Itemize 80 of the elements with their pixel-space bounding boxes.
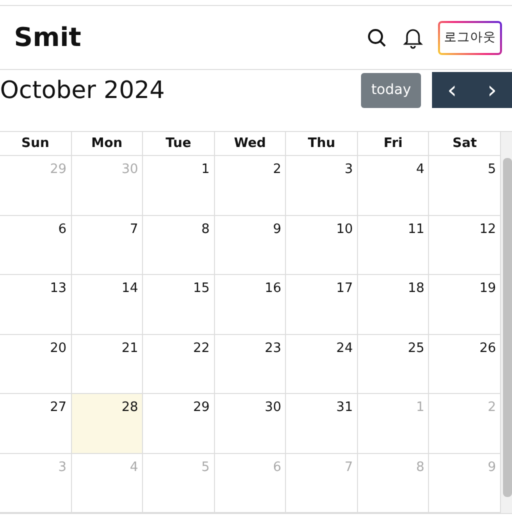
today-button[interactable]: today [361, 72, 421, 108]
day-number: 31 [336, 400, 353, 415]
day-cell[interactable]: 27 [0, 394, 72, 454]
day-number: 23 [264, 340, 282, 356]
day-number: 17 [336, 281, 353, 296]
day-cell[interactable]: 8 [143, 216, 215, 275]
day-cell[interactable]: 19 [429, 275, 501, 334]
day-cell[interactable]: 23 [214, 334, 286, 394]
scrollbar[interactable] [501, 132, 512, 513]
day-cell[interactable]: 16 [214, 275, 286, 334]
day-number: 20 [50, 340, 67, 356]
day-cell[interactable]: 6 [0, 216, 72, 275]
day-number: 11 [408, 222, 424, 236]
day-number: 15 [193, 281, 210, 296]
day-cell[interactable]: 28 [72, 394, 144, 454]
day-number: 9 [488, 460, 496, 474]
day-cell[interactable]: 9 [214, 216, 286, 275]
day-number: 1 [201, 162, 210, 177]
day-cell[interactable]: 22 [143, 334, 215, 394]
day-number: 8 [201, 222, 210, 236]
month-title: October 2024 [0, 76, 166, 104]
day-cell[interactable]: 11 [358, 216, 430, 275]
day-cell[interactable]: 14 [72, 275, 144, 334]
day-number: 4 [416, 162, 424, 177]
day-number: 4 [130, 460, 138, 474]
bell-icon[interactable] [402, 26, 424, 48]
day-number: 7 [344, 460, 353, 474]
day-cell[interactable]: 13 [0, 275, 72, 334]
day-cell[interactable]: 3 [286, 156, 358, 216]
day-number: 3 [58, 460, 67, 474]
logo: Smit [14, 22, 82, 52]
day-number: 30 [122, 162, 138, 177]
day-cell[interactable]: 20 [0, 334, 72, 394]
day-number: 14 [122, 281, 138, 296]
search-icon[interactable] [366, 26, 388, 48]
day-cell[interactable]: 15 [143, 275, 215, 334]
day-number: 21 [122, 340, 138, 356]
day-number: 2 [273, 162, 282, 177]
day-cell[interactable]: 7 [72, 216, 144, 275]
day-number: 30 [264, 400, 282, 415]
day-number: 6 [58, 222, 67, 236]
day-cell[interactable]: 18 [358, 275, 430, 334]
day-number: 13 [50, 281, 67, 296]
day-number: 25 [408, 340, 424, 356]
day-cell[interactable]: 29 [143, 394, 215, 454]
day-cell[interactable]: 5 [429, 156, 501, 216]
day-number: 7 [130, 222, 138, 236]
day-cell[interactable]: 30 [214, 394, 286, 454]
day-cell[interactable]: 26 [429, 334, 501, 394]
day-number: 29 [50, 162, 67, 177]
day-number: 5 [488, 162, 496, 177]
day-number: 16 [264, 281, 282, 296]
day-cell[interactable]: 2 [214, 156, 286, 216]
day-number: 6 [273, 460, 282, 474]
day-number: 28 [122, 400, 138, 415]
day-number: 26 [479, 340, 496, 356]
day-cell[interactable]: 12 [429, 216, 501, 275]
day-number: 18 [408, 281, 424, 296]
day-cell[interactable]: 24 [286, 334, 358, 394]
day-number: 2 [488, 400, 496, 415]
day-number: 8 [416, 460, 424, 474]
day-number: 24 [336, 340, 353, 356]
day-cell[interactable]: 10 [286, 216, 358, 275]
day-number: 1 [416, 400, 424, 415]
day-number: 29 [193, 400, 210, 415]
day-cell[interactable]: 4 [358, 156, 430, 216]
day-number: 12 [479, 222, 496, 236]
day-number: 22 [193, 340, 210, 356]
day-number: 3 [344, 162, 353, 177]
day-cell[interactable]: 25 [358, 334, 430, 394]
day-number: 5 [201, 460, 210, 474]
day-number: 10 [336, 222, 353, 236]
logout-button[interactable]: 로그아웃 [438, 20, 502, 54]
day-number: 19 [479, 281, 496, 296]
day-cell[interactable]: 31 [286, 394, 358, 454]
day-number: 9 [273, 222, 282, 236]
day-cell[interactable]: 17 [286, 275, 358, 334]
day-cell[interactable]: 1 [143, 156, 215, 216]
day-number: 27 [50, 400, 67, 415]
day-cell[interactable]: 21 [72, 334, 144, 394]
